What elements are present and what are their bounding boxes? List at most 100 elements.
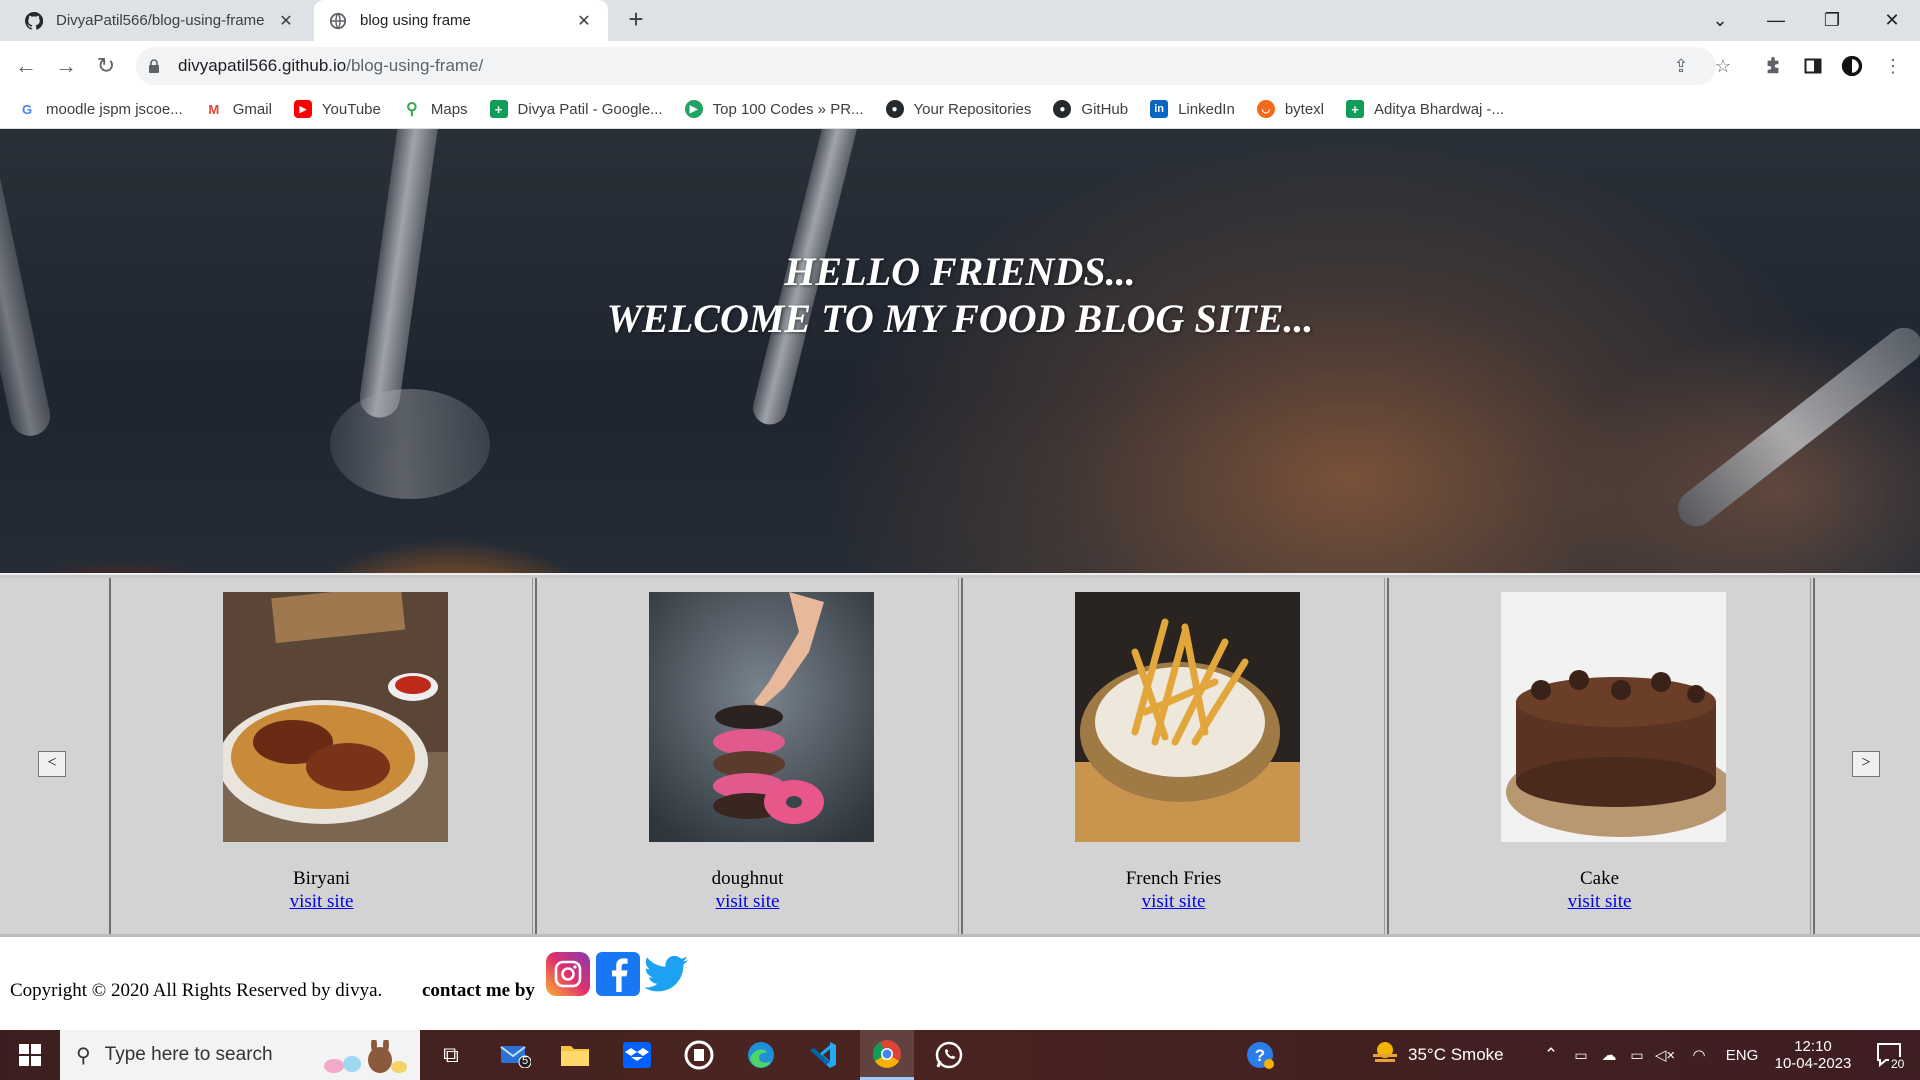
windows-start-icon[interactable]: [0, 1030, 60, 1080]
codes-icon: ▶: [684, 100, 703, 118]
close-tab-icon[interactable]: ✕: [276, 11, 296, 31]
food-name: Biryani: [293, 868, 350, 889]
chevron-up-icon[interactable]: ⌃: [1538, 1030, 1564, 1080]
next-button[interactable]: >: [1852, 751, 1880, 777]
reload-icon[interactable]: ↻: [90, 50, 122, 82]
close-tab-icon[interactable]: ✕: [574, 11, 594, 31]
battery-icon[interactable]: ▭: [1624, 1030, 1650, 1080]
wifi-icon[interactable]: ◠: [1686, 1030, 1712, 1080]
hero-banner: HELLO FRIENDS... WELCOME TO MY FOOD BLOG…: [0, 129, 1920, 573]
bookmark-item[interactable]: in LinkedIn: [1150, 100, 1235, 118]
search-icon: ⚲: [76, 1044, 91, 1067]
browser-tab-strip: DivyaPatil566/blog-using-frame ✕ blog us…: [0, 0, 1920, 41]
mail-icon[interactable]: 5: [490, 1030, 540, 1080]
visit-site-link[interactable]: visit site: [1389, 891, 1810, 913]
taskbar-search-input[interactable]: ⚲ Type here to search: [60, 1030, 420, 1080]
page-footer: Copyright © 2020 All Rights Reserved by …: [0, 940, 1920, 1030]
app-icon[interactable]: [674, 1030, 724, 1080]
bookmark-item[interactable]: G moodle jspm jscoe...: [18, 100, 183, 118]
vscode-icon[interactable]: [798, 1030, 848, 1080]
twitter-icon[interactable]: [644, 952, 688, 996]
cloud-icon[interactable]: ☁: [1596, 1030, 1622, 1080]
copyright-text: Copyright © 2020 All Rights Reserved by …: [10, 980, 383, 1001]
language-indicator[interactable]: ENG: [1720, 1030, 1764, 1080]
edge-icon[interactable]: [736, 1030, 786, 1080]
hero-heading: HELLO FRIENDS... WELCOME TO MY FOOD BLOG…: [0, 248, 1920, 342]
prev-button[interactable]: <: [38, 751, 66, 777]
gmail-icon: M: [208, 101, 220, 117]
bookmark-label: Top 100 Codes » PR...: [712, 100, 864, 118]
lock-icon: [148, 58, 164, 74]
bookmark-label: LinkedIn: [1178, 100, 1235, 118]
address-bar[interactable]: divyapatil566.github.io/blog-using-frame…: [136, 47, 1716, 85]
side-panel-icon[interactable]: [1802, 55, 1824, 77]
profile-avatar[interactable]: [1841, 55, 1863, 77]
bookmark-item[interactable]: ● Your Repositories: [885, 100, 1032, 118]
github-icon: ●: [1053, 100, 1072, 118]
doughnut-image: [649, 592, 874, 842]
extensions-icon[interactable]: [1762, 55, 1784, 77]
minimize-icon[interactable]: —: [1748, 0, 1804, 41]
linkedin-icon: in: [1150, 100, 1169, 118]
bookmark-star-icon[interactable]: ☆: [1712, 55, 1734, 77]
french-fries-image: [1075, 592, 1300, 842]
bookmarks-bar: G moodle jspm jscoe... M Gmail ▶ YouTube…: [0, 90, 1920, 129]
bookmark-label: Maps: [430, 100, 468, 118]
instagram-icon[interactable]: [546, 952, 590, 996]
bookmark-item[interactable]: ⚲ Maps: [403, 100, 468, 119]
visit-site-link[interactable]: visit site: [111, 891, 532, 913]
bookmark-label: Gmail: [232, 100, 272, 118]
food-name: doughnut: [711, 868, 784, 889]
facebook-icon[interactable]: [596, 952, 640, 996]
file-explorer-icon[interactable]: [550, 1030, 600, 1080]
sheets-icon: +: [1346, 100, 1364, 118]
bookmark-item[interactable]: ▶ Top 100 Codes » PR...: [684, 100, 864, 118]
volume-muted-icon[interactable]: ◁×: [1652, 1030, 1678, 1080]
device-icon[interactable]: ▭: [1568, 1030, 1594, 1080]
bookmark-item[interactable]: ◡ bytexl: [1256, 100, 1324, 118]
forward-icon[interactable]: →: [50, 50, 82, 82]
close-window-icon[interactable]: ✕: [1864, 0, 1920, 41]
clock[interactable]: 12:10 10-04-2023: [1768, 1030, 1858, 1080]
clock-date: 10-04-2023: [1774, 1055, 1852, 1072]
tab-search-icon[interactable]: ⌄: [1692, 0, 1748, 41]
new-tab-button[interactable]: +: [622, 6, 650, 34]
dropbox-icon[interactable]: [612, 1030, 662, 1080]
bookmark-item[interactable]: + Divya Patil - Google...: [489, 100, 663, 118]
bookmark-item[interactable]: + Aditya Bhardwaj -...: [1346, 100, 1504, 118]
help-icon[interactable]: ?: [1240, 1030, 1280, 1080]
google-icon: G: [21, 101, 33, 117]
bookmark-item[interactable]: ▶ YouTube: [293, 100, 381, 118]
browser-tab-blog[interactable]: blog using frame ✕: [314, 0, 608, 41]
notification-count: 20: [1889, 1057, 1907, 1071]
bookmark-label: Aditya Bhardwaj -...: [1374, 100, 1505, 118]
bookmark-label: Divya Patil - Google...: [517, 100, 663, 118]
task-view-icon[interactable]: ⧉: [426, 1030, 476, 1080]
visit-site-link[interactable]: visit site: [963, 891, 1384, 913]
food-carousel: < Biryani visit site doughnut visit site…: [0, 578, 1920, 937]
bookmark-label: Your Repositories: [913, 100, 1032, 118]
hero-line-2: WELCOME TO MY FOOD BLOG SITE...: [606, 296, 1314, 341]
notifications-icon[interactable]: 20: [1868, 1030, 1912, 1080]
clock-time: 12:10: [1794, 1038, 1832, 1055]
tab-title: DivyaPatil566/blog-using-frame: [56, 12, 265, 29]
mail-badge: 5: [522, 1055, 529, 1067]
bookmark-item[interactable]: ● GitHub: [1053, 100, 1128, 118]
restore-icon[interactable]: ❐: [1804, 0, 1860, 41]
search-placeholder: Type here to search: [104, 1044, 273, 1065]
youtube-icon: ▶: [293, 100, 312, 118]
bookmark-label: YouTube: [321, 100, 381, 118]
maps-icon: ⚲: [406, 101, 418, 118]
whatsapp-icon[interactable]: [924, 1030, 974, 1080]
hero-line-1: HELLO FRIENDS...: [784, 249, 1136, 294]
github-icon: ●: [885, 100, 904, 118]
share-icon[interactable]: ⇪: [1670, 55, 1692, 77]
menu-kebab-icon[interactable]: ⋮: [1882, 55, 1904, 77]
bookmark-item[interactable]: M Gmail: [205, 100, 272, 118]
browser-tab-github[interactable]: DivyaPatil566/blog-using-frame ✕: [10, 0, 310, 41]
browser-toolbar: ← → ↻ divyapatil566.github.io/blog-using…: [0, 41, 1920, 90]
weather-widget[interactable]: 35°C Smoke: [1370, 1030, 1518, 1080]
chrome-icon[interactable]: [860, 1030, 914, 1080]
visit-site-link[interactable]: visit site: [537, 891, 958, 913]
back-icon[interactable]: ←: [10, 50, 42, 82]
